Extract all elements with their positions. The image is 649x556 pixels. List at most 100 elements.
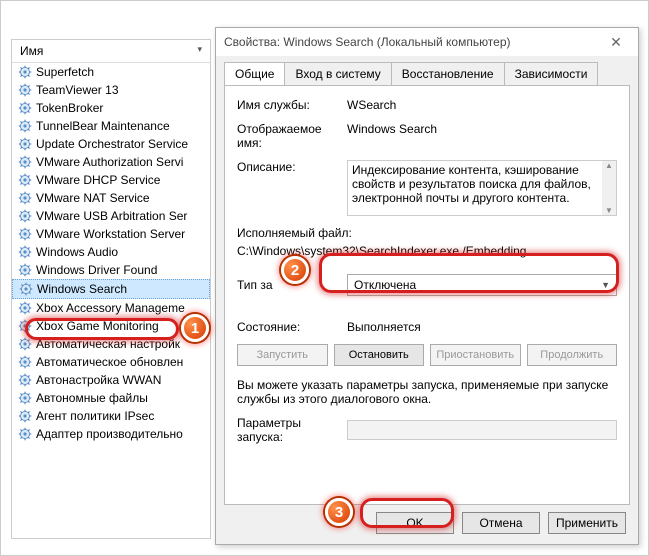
service-item[interactable]: Windows Search xyxy=(12,279,210,299)
service-label: Update Orchestrator Service xyxy=(36,137,188,151)
services-list: Superfetch TeamViewer 13 TokenBroker Tunnel… xyxy=(12,63,210,443)
sort-arrow-icon: ▾ xyxy=(197,44,202,55)
service-label: Автонастройка WWAN xyxy=(36,373,161,387)
gear-icon xyxy=(19,282,33,296)
gear-icon xyxy=(18,119,32,133)
stop-button[interactable]: Остановить xyxy=(334,344,425,366)
marker-3: 3 xyxy=(325,498,353,526)
gear-icon xyxy=(18,173,32,187)
service-item[interactable]: VMware NAT Service xyxy=(12,189,210,207)
ok-button[interactable]: OK xyxy=(376,512,454,534)
marker-1: 1 xyxy=(181,314,209,342)
service-label: Windows Driver Found xyxy=(36,263,157,277)
service-label: Адаптер производительно xyxy=(36,427,183,441)
properties-dialog: Свойства: Windows Search (Локальный комп… xyxy=(215,27,639,545)
marker-2: 2 xyxy=(281,256,309,284)
tab[interactable]: Вход в систему xyxy=(284,62,391,85)
label-description: Описание: xyxy=(237,160,347,174)
column-header-label: Имя xyxy=(20,44,43,58)
services-panel: Имя ▾ Superfetch TeamViewer 13 TokenBroker… xyxy=(11,39,211,539)
gear-icon xyxy=(18,209,32,223)
gear-icon xyxy=(18,245,32,259)
gear-icon xyxy=(18,319,32,333)
description-box: Индексирование контента, кэширование сво… xyxy=(347,160,617,216)
gear-icon xyxy=(18,65,32,79)
service-label: VMware Workstation Server xyxy=(36,227,185,241)
service-item[interactable]: Update Orchestrator Service xyxy=(12,135,210,153)
service-label: Xbox Game Monitoring xyxy=(36,319,159,333)
chevron-down-icon: ▼ xyxy=(601,280,610,290)
service-label: VMware Authorization Servi xyxy=(36,155,183,169)
startup-type-dropdown[interactable]: Отключена ▼ xyxy=(347,274,617,296)
service-label: Автоматическая настройк xyxy=(36,337,180,351)
service-label: VMware DHCP Service xyxy=(36,173,160,187)
label-display-name: Отображаемое имя: xyxy=(237,122,347,150)
service-label: Windows Audio xyxy=(36,245,118,259)
gear-icon xyxy=(18,355,32,369)
service-item[interactable]: Агент политики IPsec xyxy=(12,407,210,425)
service-item[interactable]: Superfetch xyxy=(12,63,210,81)
titlebar: Свойства: Windows Search (Локальный комп… xyxy=(216,28,638,56)
service-label: Автоматическое обновлен xyxy=(36,355,183,369)
gear-icon xyxy=(18,137,32,151)
gear-icon xyxy=(18,263,32,277)
dialog-title: Свойства: Windows Search (Локальный комп… xyxy=(224,35,602,49)
service-label: TunnelBear Maintenance xyxy=(36,119,170,133)
service-item[interactable]: Автономные файлы xyxy=(12,389,210,407)
gear-icon xyxy=(18,409,32,423)
label-start-params: Параметры запуска: xyxy=(237,416,347,444)
start-button: Запустить xyxy=(237,344,328,366)
start-params-hint: Вы можете указать параметры запуска, при… xyxy=(237,378,617,406)
description-text: Индексирование контента, кэширование сво… xyxy=(352,163,591,205)
gear-icon xyxy=(18,301,32,315)
value-service-name: WSearch xyxy=(347,98,617,112)
pause-button: Приостановить xyxy=(430,344,521,366)
service-item[interactable]: VMware Workstation Server xyxy=(12,225,210,243)
resume-button: Продолжить xyxy=(527,344,618,366)
service-item[interactable]: Windows Driver Found xyxy=(12,261,210,279)
service-item[interactable]: TeamViewer 13 xyxy=(12,81,210,99)
tab[interactable]: Зависимости xyxy=(504,62,599,85)
tab-strip: ОбщиеВход в системуВосстановлениеЗависим… xyxy=(216,56,638,85)
service-item[interactable]: Xbox Accessory Manageme xyxy=(12,299,210,317)
service-item[interactable]: VMware DHCP Service xyxy=(12,171,210,189)
service-label: Автономные файлы xyxy=(36,391,148,405)
value-display-name: Windows Search xyxy=(347,122,617,136)
label-state: Состояние: xyxy=(237,320,347,334)
service-label: TokenBroker xyxy=(36,101,103,115)
service-label: Superfetch xyxy=(36,65,94,79)
service-item[interactable]: Автоматическая настройк xyxy=(12,335,210,353)
gear-icon xyxy=(18,427,32,441)
service-item[interactable]: Автоматическое обновлен xyxy=(12,353,210,371)
service-label: Xbox Accessory Manageme xyxy=(36,301,185,315)
gear-icon xyxy=(18,373,32,387)
label-service-name: Имя службы: xyxy=(237,98,347,112)
cancel-button[interactable]: Отмена xyxy=(462,512,540,534)
service-item[interactable]: TunnelBear Maintenance xyxy=(12,117,210,135)
gear-icon xyxy=(18,227,32,241)
start-params-input xyxy=(347,420,617,440)
tab-page-general: Имя службы: WSearch Отображаемое имя: Wi… xyxy=(224,85,630,505)
service-item[interactable]: Windows Audio xyxy=(12,243,210,261)
service-item[interactable]: VMware Authorization Servi xyxy=(12,153,210,171)
service-item[interactable]: Автонастройка WWAN xyxy=(12,371,210,389)
service-item[interactable]: VMware USB Arbitration Ser xyxy=(12,207,210,225)
startup-type-value: Отключена xyxy=(354,278,416,292)
service-item[interactable]: Адаптер производительно xyxy=(12,425,210,443)
service-label: VMware NAT Service xyxy=(36,191,150,205)
gear-icon xyxy=(18,101,32,115)
gear-icon xyxy=(18,83,32,97)
column-header-name[interactable]: Имя ▾ xyxy=(12,40,210,63)
gear-icon xyxy=(18,391,32,405)
tab[interactable]: Восстановление xyxy=(391,62,505,85)
service-label: Агент политики IPsec xyxy=(36,409,154,423)
service-label: TeamViewer 13 xyxy=(36,83,119,97)
label-exe: Исполняемый файл: xyxy=(237,226,617,240)
tab[interactable]: Общие xyxy=(224,62,285,85)
scrollbar[interactable]: ▲▼ xyxy=(602,161,616,215)
gear-icon xyxy=(18,337,32,351)
gear-icon xyxy=(18,191,32,205)
close-icon[interactable]: ✕ xyxy=(602,34,630,51)
service-item[interactable]: TokenBroker xyxy=(12,99,210,117)
apply-button[interactable]: Применить xyxy=(548,512,626,534)
